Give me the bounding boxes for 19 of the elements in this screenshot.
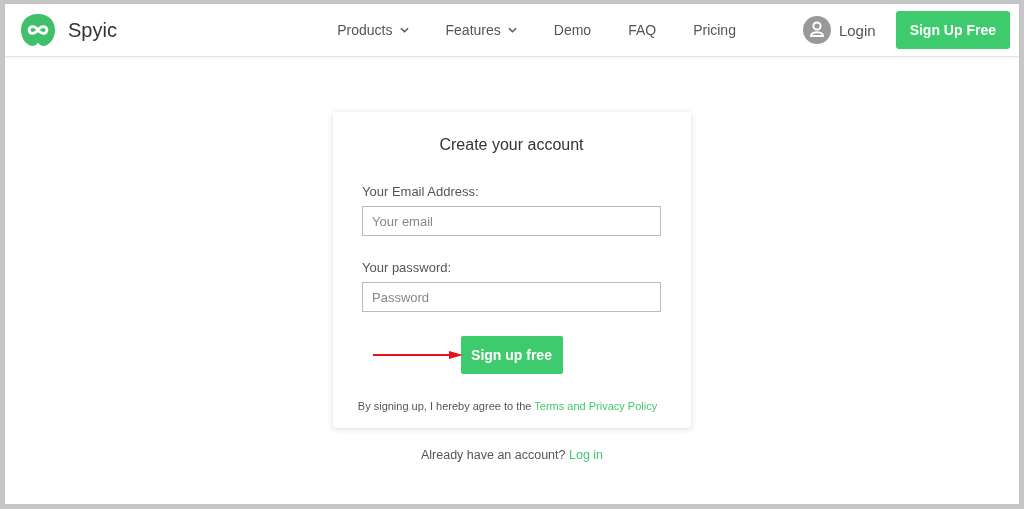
brand-name[interactable]: Spyic	[68, 18, 117, 42]
input-field[interactable]: Password	[362, 282, 661, 312]
nav-link[interactable]: Demo	[553, 22, 592, 38]
arrow-icon	[373, 350, 463, 360]
terms-text: By signing up, I hereby agree to the Terms and Privacy Policy	[356, 400, 659, 412]
nav-link[interactable]: Pricing	[693, 22, 736, 38]
user-icon[interactable]	[802, 16, 831, 44]
account-text: Already have an account? Log in	[420, 448, 604, 462]
caret-icon	[399, 27, 409, 33]
form-title: Create your account	[438, 136, 585, 154]
caret-icon	[507, 27, 517, 33]
input-field[interactable]: Your email	[362, 206, 661, 236]
nav-link[interactable]: FAQ	[628, 22, 657, 38]
login-link[interactable]: Login	[838, 21, 876, 39]
logo-icon[interactable]	[20, 12, 56, 48]
field-label: Your Email Address:	[362, 184, 480, 199]
field-label: Your password:	[362, 260, 453, 275]
nav-link[interactable]: Products	[337, 22, 409, 38]
nav-link[interactable]: Features	[445, 22, 517, 38]
